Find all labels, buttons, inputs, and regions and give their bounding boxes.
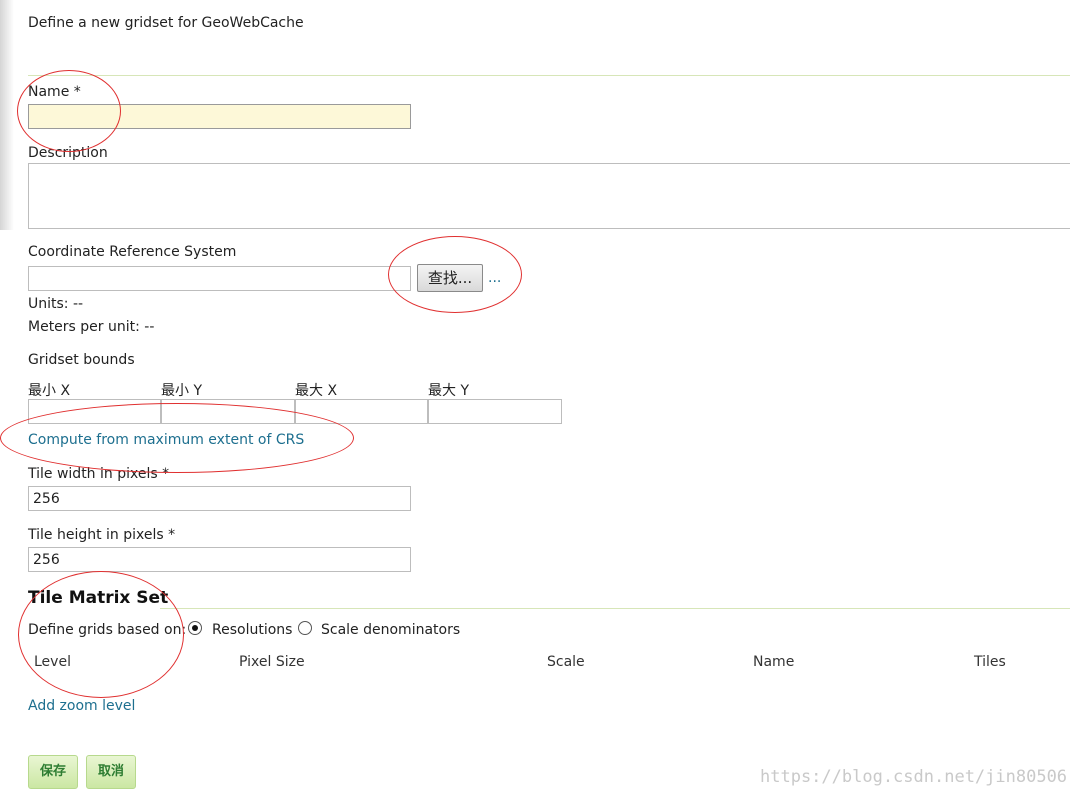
tile-height-label: Tile height in pixels * bbox=[28, 527, 176, 543]
description-label: Description bbox=[28, 145, 108, 161]
define-grids-label: Define grids based on: bbox=[28, 622, 187, 638]
tile-height-input[interactable] bbox=[28, 547, 411, 572]
column-header-pixel-size: Pixel Size bbox=[239, 654, 305, 670]
tile-width-label: Tile width in pixels * bbox=[28, 466, 170, 482]
column-header-name: Name bbox=[753, 654, 795, 670]
find-crs-button[interactable]: 查找... bbox=[417, 264, 483, 292]
min-y-input[interactable] bbox=[161, 399, 295, 424]
add-zoom-level-link[interactable]: Add zoom level bbox=[28, 698, 135, 714]
name-input[interactable] bbox=[28, 104, 411, 129]
gridset-bounds-label: Gridset bounds bbox=[28, 352, 135, 368]
crs-label: Coordinate Reference System bbox=[28, 244, 237, 260]
resolutions-radio[interactable] bbox=[188, 621, 202, 635]
max-x-input[interactable] bbox=[295, 399, 428, 424]
column-header-tiles: Tiles bbox=[974, 654, 1006, 670]
meters-per-unit-text: Meters per unit: -- bbox=[28, 319, 155, 335]
header-divider bbox=[28, 75, 1070, 76]
scale-denominators-radio[interactable] bbox=[298, 621, 312, 635]
min-x-input[interactable] bbox=[28, 399, 161, 424]
page-description: Define a new gridset for GeoWebCache bbox=[28, 15, 304, 31]
min-y-label: 最小 Y bbox=[161, 383, 203, 399]
description-textarea[interactable] bbox=[28, 163, 1070, 229]
column-header-level: Level bbox=[34, 654, 71, 670]
save-button[interactable]: 保存 bbox=[28, 755, 78, 789]
resolutions-label: Resolutions bbox=[212, 622, 293, 638]
left-shadow bbox=[0, 0, 14, 230]
crs-input[interactable] bbox=[28, 266, 411, 291]
units-text: Units: -- bbox=[28, 296, 84, 312]
scale-denominators-label: Scale denominators bbox=[321, 622, 461, 638]
column-header-scale: Scale bbox=[547, 654, 585, 670]
max-y-input[interactable] bbox=[428, 399, 562, 424]
watermark-text: https://blog.csdn.net/jin80506 bbox=[760, 767, 1068, 787]
tile-width-input[interactable] bbox=[28, 486, 411, 511]
min-x-label: 最小 X bbox=[28, 383, 71, 399]
name-label: Name * bbox=[28, 84, 81, 100]
max-y-label: 最大 Y bbox=[428, 383, 470, 399]
compute-extent-link[interactable]: Compute from maximum extent of CRS bbox=[28, 432, 304, 448]
tile-matrix-title: Tile Matrix Set bbox=[28, 588, 169, 608]
tile-matrix-divider bbox=[160, 608, 1070, 609]
crs-more-link[interactable]: ... bbox=[488, 270, 501, 286]
cancel-button[interactable]: 取消 bbox=[86, 755, 136, 789]
max-x-label: 最大 X bbox=[295, 383, 338, 399]
